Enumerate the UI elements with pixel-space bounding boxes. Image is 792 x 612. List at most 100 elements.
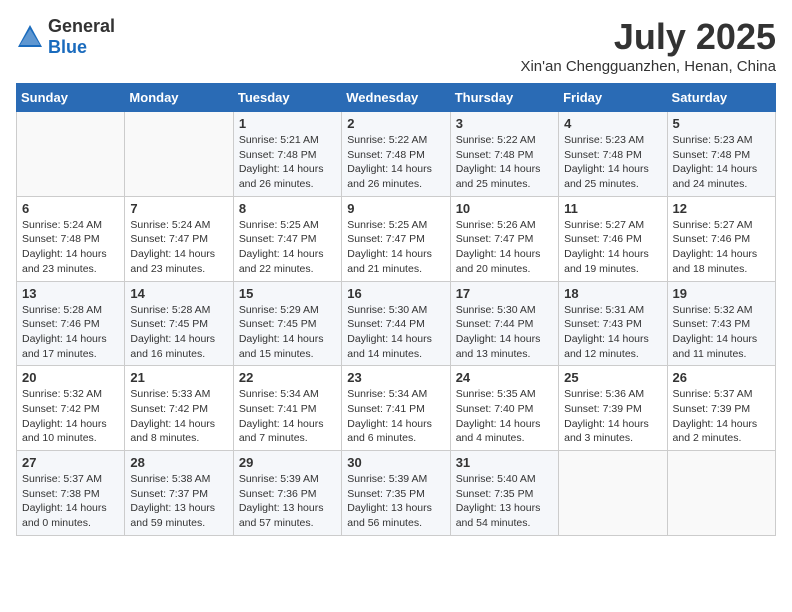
day-detail: Sunrise: 5:23 AM Sunset: 7:48 PM Dayligh…	[564, 133, 661, 192]
calendar-cell: 17 Sunrise: 5:30 AM Sunset: 7:44 PM Dayli…	[450, 281, 558, 366]
calendar-cell: 5 Sunrise: 5:23 AM Sunset: 7:48 PM Daylig…	[667, 112, 775, 197]
day-detail: Sunrise: 5:27 AM Sunset: 7:46 PM Dayligh…	[673, 218, 770, 277]
logo-general: General	[48, 16, 115, 36]
day-number: 16	[347, 286, 444, 301]
calendar-week-row: 6 Sunrise: 5:24 AM Sunset: 7:48 PM Daylig…	[17, 196, 776, 281]
day-header: Sunday	[17, 84, 125, 112]
logo-icon	[16, 23, 44, 51]
calendar-cell: 26Sunrise: 5:37 AM Sunset: 7:39 PM Dayli…	[667, 366, 775, 451]
calendar-cell: 18 Sunrise: 5:31 AM Sunset: 7:43 PM Dayli…	[559, 281, 667, 366]
day-number: 25	[564, 370, 661, 385]
day-detail: Sunrise: 5:40 AM Sunset: 7:35 PM Dayligh…	[456, 472, 553, 531]
day-detail: Sunrise: 5:24 AM Sunset: 7:48 PM Dayligh…	[22, 218, 119, 277]
calendar-week-row: 20 Sunrise: 5:32 AM Sunset: 7:42 PM Dayli…	[17, 366, 776, 451]
calendar-cell	[17, 112, 125, 197]
calendar-cell: 25 Sunrise: 5:36 AM Sunset: 7:39 PM Dayli…	[559, 366, 667, 451]
day-detail: Sunrise: 5:35 AM Sunset: 7:40 PM Dayligh…	[456, 387, 553, 446]
calendar-cell: 29 Sunrise: 5:39 AM Sunset: 7:36 PM Dayli…	[233, 451, 341, 536]
day-number: 11	[564, 201, 661, 216]
day-number: 20	[22, 370, 119, 385]
day-detail: Sunrise: 5:37 AM Sunset: 7:38 PM Dayligh…	[22, 472, 119, 531]
calendar-cell: 7 Sunrise: 5:24 AM Sunset: 7:47 PM Daylig…	[125, 196, 233, 281]
day-number: 6	[22, 201, 119, 216]
day-detail: Sunrise: 5:34 AM Sunset: 7:41 PM Dayligh…	[239, 387, 336, 446]
day-detail: Sunrise: 5:39 AM Sunset: 7:35 PM Dayligh…	[347, 472, 444, 531]
calendar-week-row: 27 Sunrise: 5:37 AM Sunset: 7:38 PM Dayli…	[17, 451, 776, 536]
day-detail: Sunrise: 5:21 AM Sunset: 7:48 PM Dayligh…	[239, 133, 336, 192]
day-number: 27	[22, 455, 119, 470]
day-number: 14	[130, 286, 227, 301]
day-detail: Sunrise: 5:39 AM Sunset: 7:36 PM Dayligh…	[239, 472, 336, 531]
calendar-cell: 11 Sunrise: 5:27 AM Sunset: 7:46 PM Dayli…	[559, 196, 667, 281]
day-detail: Sunrise: 5:32 AM Sunset: 7:42 PM Dayligh…	[22, 387, 119, 446]
calendar-cell: 2 Sunrise: 5:22 AM Sunset: 7:48 PM Daylig…	[342, 112, 450, 197]
day-detail: Sunrise: 5:22 AM Sunset: 7:48 PM Dayligh…	[456, 133, 553, 192]
day-detail: Sunrise: 5:29 AM Sunset: 7:45 PM Dayligh…	[239, 303, 336, 362]
day-detail: Sunrise: 5:30 AM Sunset: 7:44 PM Dayligh…	[347, 303, 444, 362]
day-number: 18	[564, 286, 661, 301]
day-detail: Sunrise: 5:36 AM Sunset: 7:39 PM Dayligh…	[564, 387, 661, 446]
day-detail: Sunrise: 5:33 AM Sunset: 7:42 PM Dayligh…	[130, 387, 227, 446]
calendar-cell: 27 Sunrise: 5:37 AM Sunset: 7:38 PM Dayli…	[17, 451, 125, 536]
calendar-cell: 16 Sunrise: 5:30 AM Sunset: 7:44 PM Dayli…	[342, 281, 450, 366]
day-number: 7	[130, 201, 227, 216]
day-header: Friday	[559, 84, 667, 112]
day-detail: Sunrise: 5:38 AM Sunset: 7:37 PM Dayligh…	[130, 472, 227, 531]
day-number: 9	[347, 201, 444, 216]
day-detail: Sunrise: 5:32 AM Sunset: 7:43 PM Dayligh…	[673, 303, 770, 362]
day-number: 17	[456, 286, 553, 301]
calendar-cell: 20 Sunrise: 5:32 AM Sunset: 7:42 PM Dayli…	[17, 366, 125, 451]
day-detail: Sunrise: 5:23 AM Sunset: 7:48 PM Dayligh…	[673, 133, 770, 192]
calendar-cell: 21 Sunrise: 5:33 AM Sunset: 7:42 PM Dayli…	[125, 366, 233, 451]
day-detail: Sunrise: 5:24 AM Sunset: 7:47 PM Dayligh…	[130, 218, 227, 277]
day-number: 26	[673, 370, 770, 385]
day-number: 12	[673, 201, 770, 216]
day-number: 10	[456, 201, 553, 216]
calendar-cell: 4 Sunrise: 5:23 AM Sunset: 7:48 PM Daylig…	[559, 112, 667, 197]
logo: General Blue	[16, 16, 115, 58]
calendar-cell: 14 Sunrise: 5:28 AM Sunset: 7:45 PM Dayli…	[125, 281, 233, 366]
day-header: Saturday	[667, 84, 775, 112]
calendar-cell: 8 Sunrise: 5:25 AM Sunset: 7:47 PM Daylig…	[233, 196, 341, 281]
calendar-cell: 22 Sunrise: 5:34 AM Sunset: 7:41 PM Dayli…	[233, 366, 341, 451]
day-detail: Sunrise: 5:28 AM Sunset: 7:46 PM Dayligh…	[22, 303, 119, 362]
day-number: 1	[239, 116, 336, 131]
day-detail: Sunrise: 5:25 AM Sunset: 7:47 PM Dayligh…	[347, 218, 444, 277]
day-number: 29	[239, 455, 336, 470]
calendar-cell: 19 Sunrise: 5:32 AM Sunset: 7:43 PM Dayli…	[667, 281, 775, 366]
day-number: 23	[347, 370, 444, 385]
day-detail: Sunrise: 5:28 AM Sunset: 7:45 PM Dayligh…	[130, 303, 227, 362]
day-header: Wednesday	[342, 84, 450, 112]
day-number: 19	[673, 286, 770, 301]
day-number: 21	[130, 370, 227, 385]
day-detail: Sunrise: 5:22 AM Sunset: 7:48 PM Dayligh…	[347, 133, 444, 192]
calendar-cell: 15Sunrise: 5:29 AM Sunset: 7:45 PM Dayli…	[233, 281, 341, 366]
calendar-cell: 10Sunrise: 5:26 AM Sunset: 7:47 PM Dayli…	[450, 196, 558, 281]
day-detail: Sunrise: 5:27 AM Sunset: 7:46 PM Dayligh…	[564, 218, 661, 277]
calendar-cell: 6 Sunrise: 5:24 AM Sunset: 7:48 PM Daylig…	[17, 196, 125, 281]
calendar-cell: 24Sunrise: 5:35 AM Sunset: 7:40 PM Dayli…	[450, 366, 558, 451]
calendar-cell: 9 Sunrise: 5:25 AM Sunset: 7:47 PM Daylig…	[342, 196, 450, 281]
day-number: 22	[239, 370, 336, 385]
day-detail: Sunrise: 5:31 AM Sunset: 7:43 PM Dayligh…	[564, 303, 661, 362]
day-detail: Sunrise: 5:30 AM Sunset: 7:44 PM Dayligh…	[456, 303, 553, 362]
day-header: Thursday	[450, 84, 558, 112]
subtitle: Xin'an Chengguanzhen, Henan, China	[520, 58, 776, 75]
calendar-week-row: 1 Sunrise: 5:21 AM Sunset: 7:48 PM Daylig…	[17, 112, 776, 197]
calendar-cell: 3Sunrise: 5:22 AM Sunset: 7:48 PM Daylig…	[450, 112, 558, 197]
day-number: 31	[456, 455, 553, 470]
calendar-cell	[125, 112, 233, 197]
day-number: 4	[564, 116, 661, 131]
day-header: Tuesday	[233, 84, 341, 112]
calendar-cell: 28Sunrise: 5:38 AM Sunset: 7:37 PM Dayli…	[125, 451, 233, 536]
day-number: 8	[239, 201, 336, 216]
calendar-cell: 30Sunrise: 5:39 AM Sunset: 7:35 PM Dayli…	[342, 451, 450, 536]
day-number: 5	[673, 116, 770, 131]
title-block: July 2025 Xin'an Chengguanzhen, Henan, C…	[520, 16, 776, 75]
calendar-cell: 1 Sunrise: 5:21 AM Sunset: 7:48 PM Daylig…	[233, 112, 341, 197]
day-number: 13	[22, 286, 119, 301]
day-number: 2	[347, 116, 444, 131]
logo-text: General Blue	[48, 16, 115, 58]
calendar-table: SundayMondayTuesdayWednesdayThursdayFrid…	[16, 83, 776, 536]
day-detail: Sunrise: 5:25 AM Sunset: 7:47 PM Dayligh…	[239, 218, 336, 277]
